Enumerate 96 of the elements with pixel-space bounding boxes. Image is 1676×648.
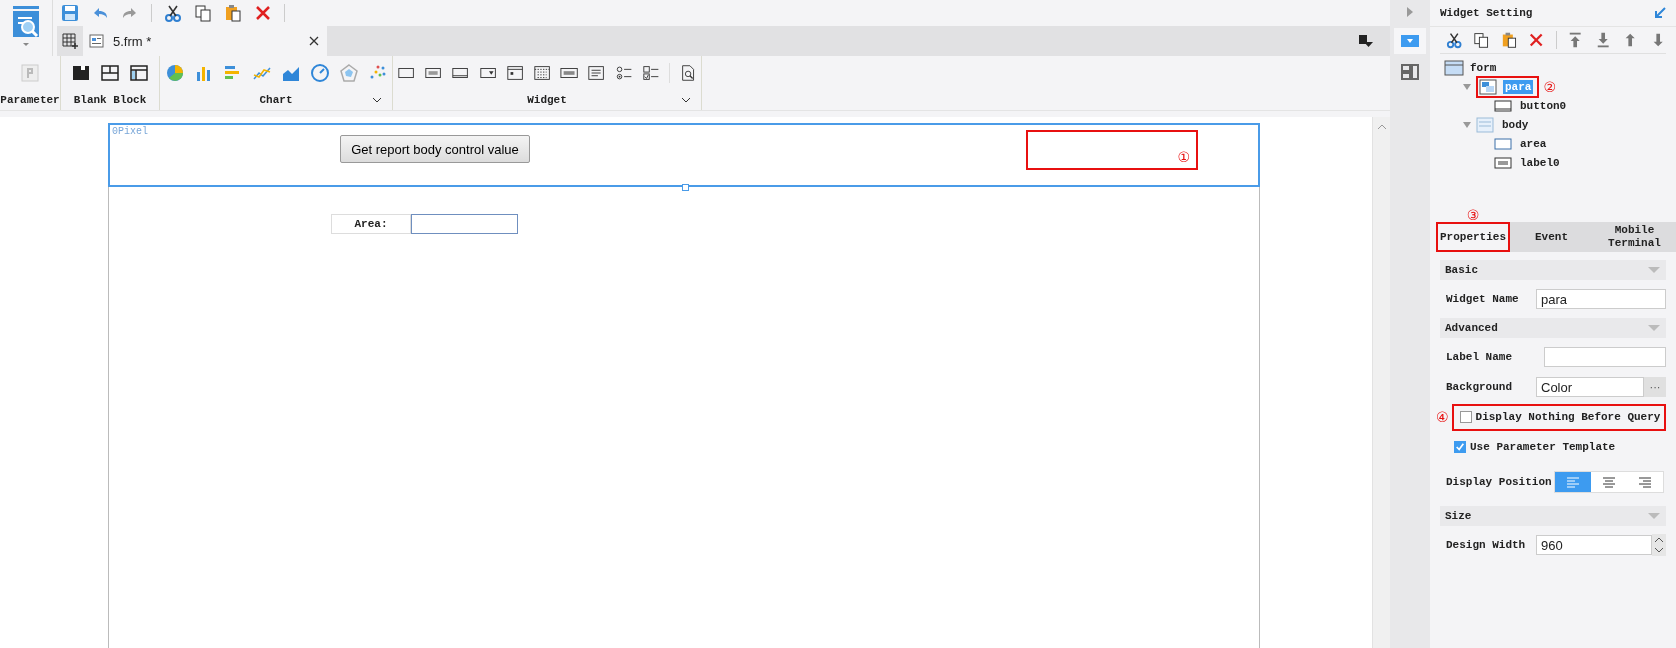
checkbox-label: Use Parameter Template (1469, 441, 1616, 453)
checkbox[interactable] (1454, 441, 1466, 453)
para-icon (1479, 78, 1499, 95)
more-button[interactable]: ··· (1644, 377, 1666, 397)
callout-number: ① (1177, 150, 1190, 164)
group-label: Blank Block (73, 94, 147, 106)
callout-number: ④ (1436, 410, 1449, 424)
checkmark-icon (1455, 441, 1465, 453)
body-icon (1476, 116, 1496, 133)
collapse-arrow-icon[interactable] (1654, 7, 1666, 19)
button-widget-icon (1494, 97, 1514, 114)
date-widget-icon[interactable] (532, 63, 552, 83)
section-header[interactable]: Basic (1440, 260, 1666, 280)
get-value-button[interactable]: Get report body control value (340, 135, 530, 163)
list-widget-icon[interactable] (505, 63, 524, 83)
paste-icon[interactable] (224, 4, 242, 22)
report-preview-icon[interactable] (11, 4, 41, 48)
block-icon[interactable] (71, 63, 91, 83)
callout-number: ② (1543, 79, 1556, 94)
input-field[interactable]: para (1536, 289, 1666, 309)
text-area-icon[interactable] (587, 63, 606, 83)
checkbox-label: Display Nothing Before Query (1474, 411, 1661, 423)
alignment-button[interactable] (1554, 472, 1591, 492)
expand-arrow-icon[interactable] (1462, 120, 1472, 129)
input-field[interactable]: 960 (1536, 535, 1652, 555)
close-icon[interactable] (309, 36, 319, 46)
properties-tab[interactable]: Mobile Terminal (1593, 222, 1676, 252)
chevron-down-icon[interactable] (372, 97, 382, 103)
layout-icon[interactable] (1401, 64, 1419, 80)
pane-height-label: 0Pixel (112, 126, 148, 137)
alignment-selector[interactable] (1553, 471, 1664, 493)
input-field[interactable] (1544, 347, 1666, 367)
expand-icon[interactable] (1406, 6, 1414, 18)
tree-item[interactable]: area (1518, 136, 1549, 151)
area-icon (1494, 135, 1514, 152)
property-label: Display Position (1445, 476, 1552, 488)
copy-icon[interactable] (194, 4, 212, 22)
radar-chart-icon[interactable] (338, 63, 359, 83)
gauge-icon[interactable] (309, 63, 330, 83)
scrollbar[interactable] (1372, 117, 1390, 648)
group-label: Widget (527, 94, 567, 106)
align-right-icon (1637, 475, 1652, 489)
resize-handle[interactable] (682, 184, 689, 191)
form-icon (1444, 59, 1464, 76)
property-label: Background (1445, 381, 1513, 393)
input-field[interactable]: Color (1536, 377, 1644, 397)
form-file-icon (89, 33, 105, 49)
alignment-button[interactable] (1626, 472, 1663, 492)
scroll-up-icon[interactable] (1376, 123, 1387, 131)
section-header[interactable]: Size (1440, 506, 1666, 526)
copy-icon[interactable] (1473, 31, 1490, 49)
split-layout-icon[interactable] (100, 63, 120, 83)
align-center-icon (1601, 475, 1616, 489)
checkbox[interactable] (1459, 411, 1472, 423)
move-top-icon[interactable] (1567, 31, 1584, 49)
cut-icon[interactable] (164, 4, 182, 22)
collapse-icon (1648, 325, 1660, 331)
properties-tab[interactable]: Event (1510, 222, 1593, 252)
tab-layout-icon[interactable] (129, 63, 149, 83)
label-widget-icon (1494, 154, 1514, 171)
dropdown-icon (1401, 35, 1419, 47)
parameter-icon (20, 63, 40, 83)
property-label: Label Name (1445, 351, 1513, 363)
tree-item[interactable]: body (1500, 117, 1531, 132)
chevron-down-icon[interactable] (681, 97, 691, 103)
tree-item[interactable]: label0 (1518, 155, 1562, 170)
widget-setting-button[interactable] (1394, 28, 1426, 54)
delete-icon[interactable] (1528, 31, 1545, 49)
property-label: Design Width (1445, 539, 1527, 551)
dropdown-menu-icon[interactable] (1358, 34, 1374, 48)
section-header[interactable]: Advanced (1440, 318, 1666, 338)
document-tab[interactable]: 5.frm * (83, 26, 327, 56)
radio-group-icon[interactable] (614, 63, 633, 83)
tree-item[interactable]: form (1468, 60, 1499, 75)
callout-number: ③ (1466, 208, 1480, 222)
spinner-icon[interactable] (1652, 534, 1666, 556)
align-left-icon (1565, 475, 1580, 489)
tree-item[interactable]: button0 (1518, 98, 1569, 113)
expand-arrow-icon[interactable] (1462, 82, 1472, 91)
cut-icon[interactable] (1446, 31, 1463, 49)
paste-icon[interactable] (1500, 31, 1518, 49)
alignment-button[interactable] (1590, 472, 1627, 492)
property-label: Widget Name (1445, 293, 1520, 305)
group-label: Parameter (0, 94, 60, 106)
pie-chart-icon[interactable] (164, 63, 185, 83)
input-field[interactable] (411, 214, 518, 234)
collapse-icon (1648, 513, 1660, 519)
properties-tab[interactable]: Properties (1436, 222, 1510, 252)
field-label: Area: (331, 214, 411, 234)
save-icon[interactable] (61, 4, 79, 22)
delete-icon[interactable] (254, 4, 272, 22)
grid-add-icon (62, 33, 78, 49)
panel-title: Widget Setting (1440, 7, 1533, 19)
collapse-icon (1648, 267, 1660, 273)
group-label: Chart (259, 94, 293, 106)
checkbox-group-icon[interactable] (641, 63, 660, 83)
